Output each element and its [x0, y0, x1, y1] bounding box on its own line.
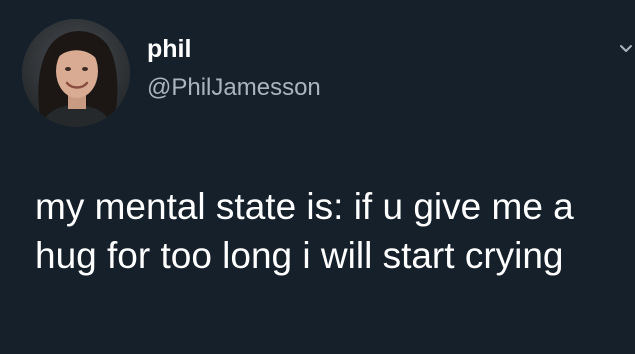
chevron-down-icon[interactable] [619, 42, 633, 56]
tweet-text: my mental state is: if u give me a hug f… [35, 186, 574, 276]
avatar[interactable] [22, 19, 130, 127]
tweet-card: phil @PhilJamesson my mental state is: i… [0, 0, 635, 354]
profile-photo-icon [22, 19, 130, 127]
author-display-name[interactable]: phil [147, 34, 191, 64]
author-handle[interactable]: @PhilJamesson [147, 73, 321, 103]
